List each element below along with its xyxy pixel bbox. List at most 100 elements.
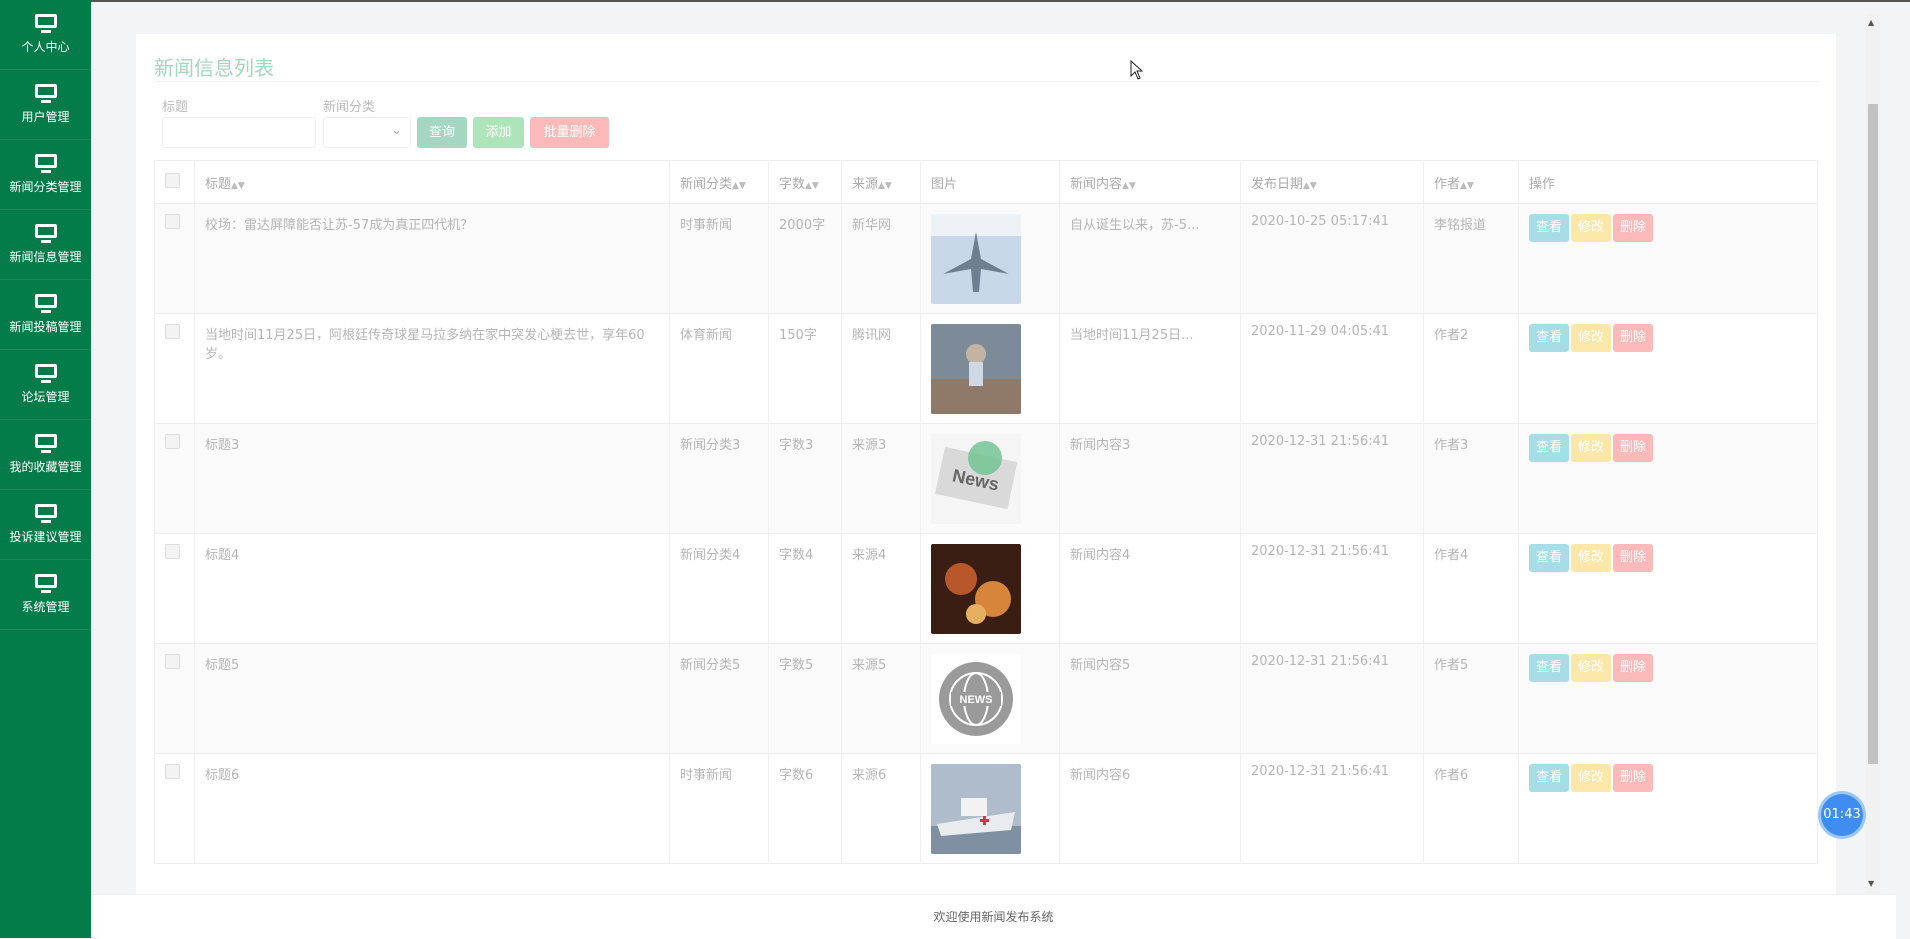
cell-author: 作者3	[1423, 423, 1519, 534]
delete-button[interactable]: 删除	[1613, 654, 1654, 682]
column-header-image: 图片	[920, 160, 1060, 204]
edit-button[interactable]: 修改	[1571, 434, 1612, 462]
column-header-content[interactable]: 新闻内容▲▼	[1059, 160, 1241, 204]
cell-content: 新闻内容5	[1059, 643, 1241, 754]
title-filter-input[interactable]	[162, 117, 316, 148]
cell-author: 作者4	[1423, 533, 1519, 644]
footer: 欢迎使用新闻发布系统	[91, 894, 1896, 939]
monitor-icon	[34, 294, 57, 313]
query-button[interactable]: 查询	[417, 117, 467, 148]
sidebar-item-personal-center[interactable]: 个人中心	[0, 0, 91, 70]
cell-author: 作者6	[1423, 753, 1519, 864]
row-checkbox[interactable]	[165, 434, 180, 449]
monitor-icon	[34, 154, 57, 173]
table-header-row: 标题▲▼ 新闻分类▲▼ 字数▲▼ 来源▲▼ 图片 新闻内容▲▼ 发布日期▲▼ 作…	[154, 160, 1818, 204]
sort-icon: ▲▼	[1460, 180, 1474, 191]
chevron-down-icon: ⌄	[391, 123, 402, 138]
table-row: 标题4 新闻分类4 字数4 来源4 新闻内容4 2020-12-31 21:56…	[154, 533, 1818, 644]
edit-button[interactable]: 修改	[1571, 654, 1612, 682]
select-all-checkbox[interactable]	[165, 172, 180, 188]
cell-category: 新闻分类3	[669, 423, 769, 534]
column-header-title[interactable]: 标题▲▼	[194, 160, 670, 204]
view-button[interactable]: 查看	[1529, 214, 1570, 242]
hospital-ship-photo	[931, 764, 1021, 854]
column-header-category[interactable]: 新闻分类▲▼	[669, 160, 769, 204]
column-header-actions: 操作	[1518, 160, 1818, 204]
scrollbar-thumb[interactable]	[1868, 104, 1878, 764]
scroll-up-arrow-icon[interactable]: ▲	[1868, 18, 1874, 27]
cell-words: 字数4	[768, 533, 842, 644]
cell-source: 来源3	[841, 423, 921, 534]
delete-button[interactable]: 删除	[1613, 764, 1654, 792]
sidebar-item-news-submission[interactable]: 新闻投稿管理	[0, 280, 91, 350]
cell-author: 作者5	[1423, 643, 1519, 754]
cell-author: 李铭报道	[1423, 203, 1519, 314]
news-table: 标题▲▼ 新闻分类▲▼ 字数▲▼ 来源▲▼ 图片 新闻内容▲▼ 发布日期▲▼ 作…	[154, 160, 1818, 864]
edit-button[interactable]: 修改	[1571, 214, 1612, 242]
sidebar-item-label: 新闻分类管理	[9, 180, 82, 194]
view-button[interactable]: 查看	[1529, 434, 1570, 462]
svg-text:NEWS: NEWS	[960, 694, 993, 706]
monitor-icon	[34, 224, 57, 243]
cell-date: 2020-12-31 21:56:41	[1240, 533, 1424, 644]
sidebar-item-label: 新闻信息管理	[9, 250, 82, 264]
monitor-icon	[34, 14, 57, 33]
column-header-words[interactable]: 字数▲▼	[768, 160, 842, 204]
column-header-date[interactable]: 发布日期▲▼	[1240, 160, 1424, 204]
cell-category: 时事新闻	[669, 753, 769, 864]
delete-button[interactable]: 删除	[1613, 434, 1654, 462]
cell-date: 2020-12-31 21:56:41	[1240, 643, 1424, 754]
sort-icon: ▲▼	[1122, 180, 1136, 191]
column-header-source[interactable]: 来源▲▼	[841, 160, 921, 204]
scroll-down-arrow-icon[interactable]: ▼	[1868, 879, 1874, 888]
monitor-icon	[34, 84, 57, 103]
football-crowd-photo	[931, 324, 1021, 414]
sidebar-item-news-info[interactable]: 新闻信息管理	[0, 210, 91, 280]
sidebar-item-label: 系统管理	[21, 600, 70, 614]
sidebar-item-forum[interactable]: 论坛管理	[0, 350, 91, 420]
sort-icon: ▲▼	[805, 180, 819, 191]
cell-source: 来源6	[841, 753, 921, 864]
monitor-icon	[34, 434, 57, 453]
cell-category: 时事新闻	[669, 203, 769, 314]
sidebar-item-favorites[interactable]: 我的收藏管理	[0, 420, 91, 490]
view-button[interactable]: 查看	[1529, 764, 1570, 792]
view-button[interactable]: 查看	[1529, 544, 1570, 572]
cell-title: 当地时间11月25日，阿根廷传奇球星马拉多纳在家中突发心梗去世，享年60岁。	[194, 313, 670, 424]
cell-title: 标题5	[194, 643, 670, 754]
cell-words: 字数3	[768, 423, 842, 534]
cell-source: 来源4	[841, 533, 921, 644]
row-checkbox[interactable]	[165, 654, 180, 669]
cell-title: 标题6	[194, 753, 670, 864]
delete-button[interactable]: 删除	[1613, 544, 1654, 572]
cell-source: 腾讯网	[841, 313, 921, 424]
edit-button[interactable]: 修改	[1571, 764, 1612, 792]
view-button[interactable]: 查看	[1529, 324, 1570, 352]
edit-button[interactable]: 修改	[1571, 324, 1612, 352]
table-row: 标题6 时事新闻 字数6 来源6 新闻内容6 2020-12-31 21:56:…	[154, 753, 1818, 864]
table-row: 当地时间11月25日，阿根廷传奇球星马拉多纳在家中突发心梗去世，享年60岁。 体…	[154, 313, 1818, 424]
delete-button[interactable]: 删除	[1613, 214, 1654, 242]
sidebar-item-user-management[interactable]: 用户管理	[0, 70, 91, 140]
row-checkbox[interactable]	[165, 764, 180, 779]
column-header-author[interactable]: 作者▲▼	[1423, 160, 1519, 204]
edit-button[interactable]: 修改	[1571, 544, 1612, 572]
category-filter-label: 新闻分类	[323, 100, 376, 115]
bulk-delete-button[interactable]: 批量删除	[530, 117, 609, 148]
row-checkbox[interactable]	[165, 544, 180, 559]
add-button[interactable]: 添加	[473, 117, 524, 148]
timer-badge[interactable]: 01:43	[1821, 794, 1863, 836]
sidebar-item-complaints[interactable]: 投诉建议管理	[0, 490, 91, 560]
view-button[interactable]: 查看	[1529, 654, 1570, 682]
row-checkbox[interactable]	[165, 214, 180, 229]
row-checkbox[interactable]	[165, 324, 180, 339]
cell-category: 体育新闻	[669, 313, 769, 424]
monitor-icon	[34, 364, 57, 383]
mouse-cursor-icon	[1130, 60, 1144, 80]
click-indicator	[968, 441, 1002, 475]
delete-button[interactable]: 删除	[1613, 324, 1654, 352]
table-row: 标题5 新闻分类5 字数5 来源5 NEWS 新闻内容5 2020-12-31 …	[154, 643, 1818, 754]
sidebar-item-news-category[interactable]: 新闻分类管理	[0, 140, 91, 210]
category-select[interactable]: ⌄	[323, 117, 411, 148]
sidebar-item-system[interactable]: 系统管理	[0, 560, 91, 630]
